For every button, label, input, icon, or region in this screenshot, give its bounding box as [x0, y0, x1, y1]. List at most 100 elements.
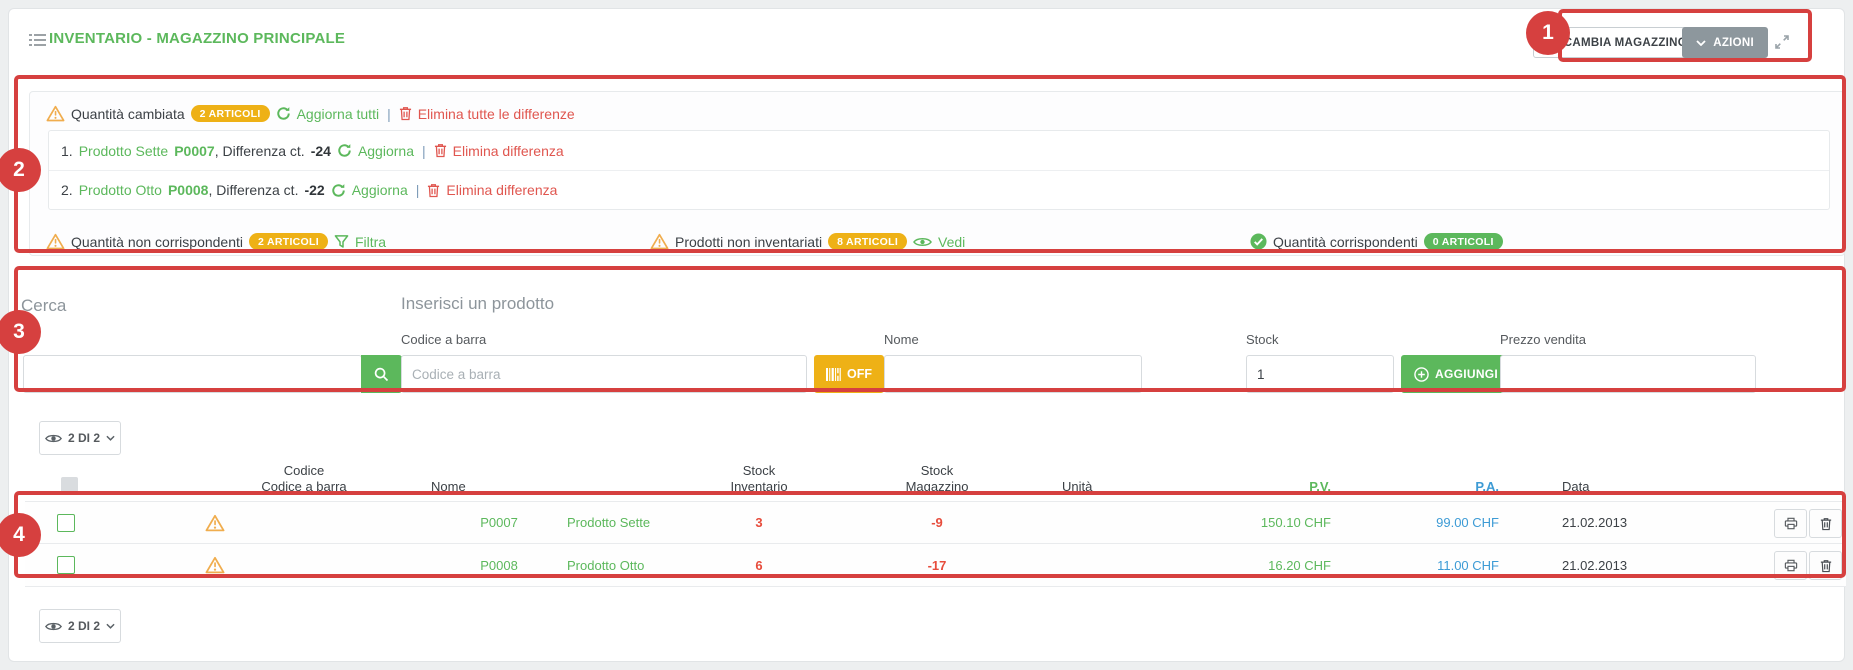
delete-button[interactable]	[1809, 509, 1842, 538]
difference-row: 1. Prodotto Sette P0007, Differenza ct. …	[49, 131, 1829, 170]
product-code: P0007	[174, 143, 214, 159]
column-code: CodiceCodice a barra	[229, 463, 379, 495]
cell-code[interactable]: P0008	[429, 544, 569, 586]
cell-code[interactable]: P0007	[429, 502, 569, 543]
refresh-icon	[276, 106, 291, 121]
column-pa: P.A.	[1377, 479, 1499, 495]
change-warehouse-label: CAMBIA MAGAZZINO	[1564, 37, 1687, 49]
warning-icon	[46, 105, 65, 122]
chevron-down-icon	[106, 435, 115, 441]
actions-label: AZIONI	[1713, 37, 1754, 49]
row-number: 1.	[61, 143, 73, 159]
delete-button[interactable]	[1809, 551, 1842, 580]
row-checkbox[interactable]	[57, 556, 75, 574]
column-name: Nome	[431, 479, 466, 495]
difference-list: 1. Prodotto Sette P0007, Differenza ct. …	[48, 130, 1830, 210]
row-warning	[205, 502, 225, 543]
view-link[interactable]: Vedi	[938, 234, 965, 250]
cell-stock-inventory: 6	[699, 544, 819, 586]
print-button[interactable]	[1774, 509, 1807, 538]
expand-icon[interactable]	[1774, 34, 1790, 50]
search-input[interactable]	[23, 355, 362, 393]
name-input[interactable]	[884, 355, 1142, 393]
cell-stock-inventory: 3	[699, 502, 819, 543]
stock-input[interactable]	[1246, 355, 1394, 393]
add-button[interactable]: AGGIUNGI	[1401, 355, 1511, 393]
refresh-icon	[337, 143, 352, 158]
difference-label: , Differenza ct.	[215, 143, 305, 159]
trash-icon	[427, 183, 440, 198]
eye-icon	[45, 621, 62, 632]
warning-icon	[205, 556, 225, 574]
separator: |	[414, 182, 422, 198]
stock-label: Stock	[1246, 332, 1279, 347]
cell-pa: 11.00 CHF	[1317, 544, 1499, 586]
add-button-label: AGGIUNGI	[1435, 367, 1498, 381]
update-link[interactable]: Aggiorna	[358, 143, 414, 159]
printer-icon	[1784, 517, 1798, 530]
barcode-input[interactable]	[401, 355, 807, 393]
refresh-icon	[331, 183, 346, 198]
filter-icon	[334, 234, 349, 249]
print-button[interactable]	[1774, 551, 1807, 580]
pagination-count: 2 DI 2	[68, 431, 100, 445]
trash-icon	[434, 143, 447, 158]
eye-icon	[913, 236, 932, 248]
cell-stock-warehouse: -17	[877, 544, 997, 586]
matching-line: Quantità corrispondenti 0 ARTICOLI	[1250, 233, 1503, 250]
cell-name[interactable]: Prodotto Sette	[567, 502, 650, 543]
select-all-checkbox[interactable]	[61, 477, 78, 494]
page-title: INVENTARIO - MAGAZZINO PRINCIPALE	[49, 30, 345, 47]
warning-icon	[46, 233, 65, 250]
annotation-circle-1: 1	[1526, 11, 1570, 55]
name-label: Nome	[884, 332, 919, 347]
column-date: Data	[1562, 479, 1589, 495]
search-button[interactable]	[361, 355, 402, 393]
main-card: INVENTARIO - MAGAZZINO PRINCIPALE CAMBIA…	[8, 8, 1845, 662]
sale-price-input[interactable]	[1500, 355, 1756, 393]
table-row: P0008 Prodotto Otto 6 -17 16.20 CHF 11.0…	[25, 544, 1846, 587]
cell-date: 21.02.2013	[1562, 502, 1627, 543]
actions-button[interactable]: AZIONI	[1682, 27, 1768, 58]
delete-difference-link[interactable]: Elimina differenza	[453, 143, 564, 159]
delete-all-differences-link[interactable]: Elimina tutte le differenze	[418, 106, 575, 122]
product-link[interactable]: Prodotto Otto	[79, 182, 162, 198]
column-stock-warehouse: StockMagazzino	[877, 463, 997, 495]
matching-label: Quantità corrispondenti	[1273, 234, 1418, 250]
warning-icon	[650, 233, 669, 250]
separator: |	[420, 143, 428, 159]
separator: |	[385, 106, 393, 122]
pagination-count: 2 DI 2	[68, 619, 100, 633]
table-row: P0007 Prodotto Sette 3 -9 150.10 CHF 99.…	[25, 501, 1846, 544]
delete-difference-link[interactable]: Elimina differenza	[446, 182, 557, 198]
product-code: P0008	[168, 182, 208, 198]
cell-pa: 99.00 CHF	[1317, 502, 1499, 543]
sale-price-label: Prezzo vendita	[1500, 332, 1586, 347]
cell-name[interactable]: Prodotto Otto	[567, 544, 644, 586]
barcode-toggle-button[interactable]: OFF	[814, 355, 884, 393]
eye-icon	[45, 433, 62, 444]
row-checkbox[interactable]	[57, 514, 75, 532]
barcode-icon	[826, 368, 841, 381]
chevron-down-icon	[106, 623, 115, 629]
difference-value: -22	[304, 182, 324, 198]
plus-circle-icon	[1414, 367, 1429, 382]
difference-value: -24	[311, 143, 331, 159]
difference-row: 2. Prodotto Otto P0008, Differenza ct. -…	[49, 170, 1829, 209]
update-link[interactable]: Aggiorna	[352, 182, 408, 198]
column-unit: Unità	[1062, 479, 1092, 495]
articles-badge: 8 ARTICOLI	[828, 233, 907, 250]
alerts-panel: Quantità cambiata 2 ARTICOLI Aggiorna tu…	[29, 91, 1845, 256]
pagination-top-button[interactable]: 2 DI 2	[39, 421, 121, 455]
product-link[interactable]: Prodotto Sette	[79, 143, 169, 159]
pagination-bottom-button[interactable]: 2 DI 2	[39, 609, 121, 643]
cell-pv: 16.20 CHF	[1149, 544, 1331, 586]
difference-label: , Differenza ct.	[208, 182, 298, 198]
articles-badge: 0 ARTICOLI	[1424, 233, 1503, 250]
check-circle-icon	[1250, 233, 1267, 250]
cell-date: 21.02.2013	[1562, 544, 1627, 586]
quantity-changed-label: Quantità cambiata	[71, 106, 185, 122]
trash-icon	[1820, 559, 1832, 573]
update-all-link[interactable]: Aggiorna tutti	[297, 106, 380, 122]
filter-link[interactable]: Filtra	[355, 234, 386, 250]
